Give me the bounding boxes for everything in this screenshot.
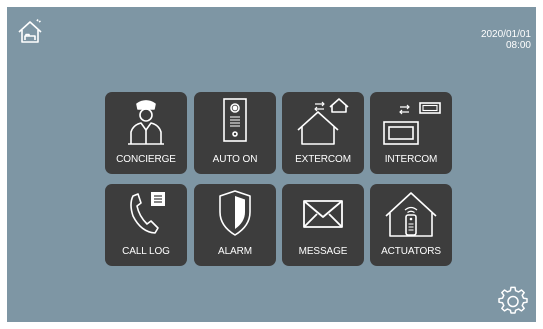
tile-label: ALARM [218, 246, 252, 257]
extercom-button[interactable]: EXTERCOM [282, 92, 364, 174]
tile-label: ACTUATORS [381, 246, 441, 257]
tile-label: CALL LOG [122, 246, 170, 257]
tile-label: INTERCOM [384, 154, 438, 165]
home-bed-icon[interactable] [17, 18, 44, 45]
tile-label: CONCIERGE [116, 154, 176, 165]
date-time-display: 2020/01/01 08:00 [481, 29, 531, 51]
alarm-button[interactable]: ALARM [194, 184, 276, 266]
auto-on-button[interactable]: AUTO ON [194, 92, 276, 174]
gear-icon[interactable] [498, 286, 528, 316]
intercom-button[interactable]: INTERCOM [370, 92, 452, 174]
tile-label: EXTERCOM [295, 154, 351, 165]
home-screen: 2020/01/01 08:00 CONCIERGE AUTO ON EXTER… [7, 7, 536, 322]
concierge-button[interactable]: CONCIERGE [105, 92, 187, 174]
message-button[interactable]: MESSAGE [282, 184, 364, 266]
tile-label: MESSAGE [298, 246, 348, 257]
tile-label: AUTO ON [212, 154, 258, 165]
date-text: 2020/01/01 [480, 29, 531, 40]
actuators-button[interactable]: ACTUATORS [370, 184, 452, 266]
call-log-button[interactable]: CALL LOG [105, 184, 187, 266]
function-grid: CONCIERGE AUTO ON EXTERCOM INTERCOM CALL… [105, 92, 452, 267]
time-text: 08:00 [505, 40, 531, 51]
